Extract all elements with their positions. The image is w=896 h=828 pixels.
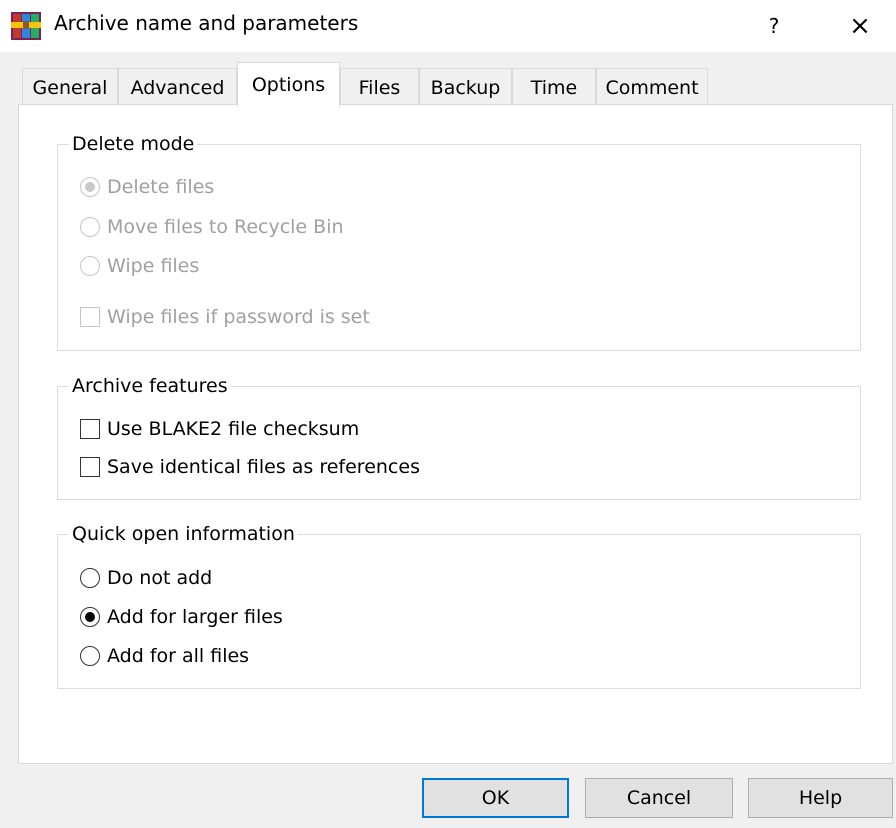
tab-advanced[interactable]: Advanced bbox=[118, 68, 237, 105]
tab-backup[interactable]: Backup bbox=[419, 68, 512, 105]
wipe-if-password-label: Wipe files if password is set bbox=[107, 306, 370, 328]
add-for-larger-files-label: Add for larger files bbox=[107, 606, 283, 628]
window-title: Archive name and parameters bbox=[54, 11, 359, 35]
do-not-add-radio[interactable] bbox=[80, 568, 100, 588]
title-help-button[interactable]: ? bbox=[752, 4, 796, 48]
archive-features-label: Archive features bbox=[69, 375, 231, 397]
add-for-larger-files-radio[interactable] bbox=[80, 607, 100, 627]
archive-features-group bbox=[57, 386, 861, 500]
delete-files-radio[interactable] bbox=[80, 177, 100, 197]
tab-files[interactable]: Files bbox=[340, 68, 419, 105]
delete-files-label: Delete files bbox=[107, 176, 215, 198]
add-for-all-files-label: Add for all files bbox=[107, 645, 250, 667]
tab-options[interactable]: Options bbox=[237, 62, 340, 107]
tab-general[interactable]: General bbox=[22, 68, 118, 105]
title-bar: Archive name and parameters ? × bbox=[0, 0, 896, 52]
tab-comment[interactable]: Comment bbox=[596, 68, 708, 105]
quick-open-label: Quick open information bbox=[69, 523, 298, 545]
wipe-if-password-checkbox[interactable] bbox=[80, 307, 100, 327]
delete-mode-label: Delete mode bbox=[69, 133, 198, 155]
do-not-add-label: Do not add bbox=[107, 567, 213, 589]
winrar-app-icon bbox=[11, 12, 41, 40]
options-panel: Delete mode Delete files Move files to R… bbox=[18, 104, 893, 764]
move-to-recycle-bin-radio[interactable] bbox=[80, 217, 100, 237]
identical-files-references-checkbox[interactable] bbox=[80, 457, 100, 477]
help-button[interactable]: Help bbox=[748, 778, 893, 818]
identical-files-references-label: Save identical files as references bbox=[107, 456, 420, 478]
blake2-checksum-checkbox[interactable] bbox=[80, 419, 100, 439]
cancel-button[interactable]: Cancel bbox=[585, 778, 733, 818]
blake2-checksum-label: Use BLAKE2 file checksum bbox=[107, 418, 360, 440]
ok-button[interactable]: OK bbox=[422, 778, 569, 818]
wipe-files-label: Wipe files bbox=[107, 255, 200, 277]
move-to-recycle-bin-label: Move files to Recycle Bin bbox=[107, 216, 344, 238]
tab-time[interactable]: Time bbox=[512, 68, 596, 105]
add-for-all-files-radio[interactable] bbox=[80, 646, 100, 666]
close-button[interactable]: × bbox=[836, 4, 884, 48]
wipe-files-radio[interactable] bbox=[80, 256, 100, 276]
